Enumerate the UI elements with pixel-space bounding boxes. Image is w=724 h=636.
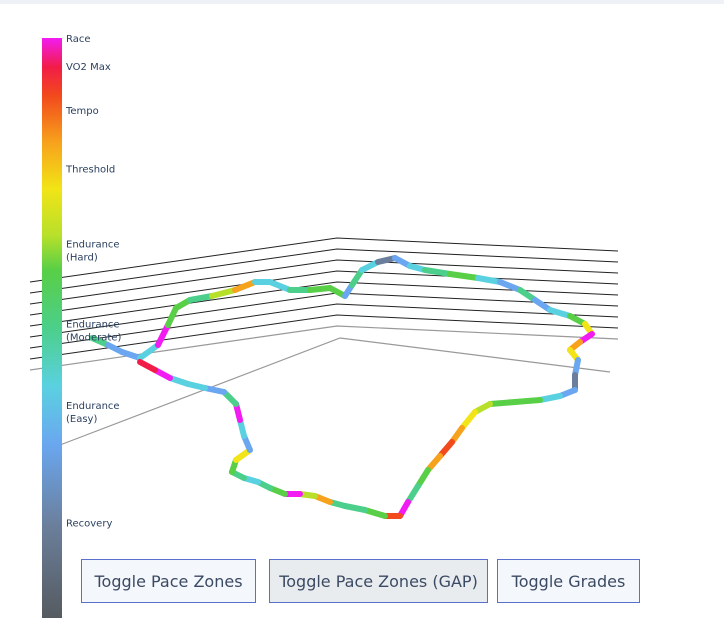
- route-segment: [307, 285, 333, 293]
- route-segment: [209, 287, 238, 299]
- colorbar-tick-label: Endurance: [66, 401, 120, 412]
- route-segment: [342, 503, 368, 513]
- route-segment: [487, 399, 518, 407]
- route-segment: [459, 409, 478, 431]
- colorbar-tick-label: Endurance: [66, 240, 120, 251]
- route-segment: [447, 271, 481, 281]
- route-trace: [89, 255, 595, 519]
- route-segment: [187, 293, 215, 303]
- route-segment: [362, 507, 388, 519]
- colorbar-ticks: Race VO2 Max Tempo Threshold Endurance (Hard)…: [65, 34, 121, 529]
- colorbar-tick-label: Threshold: [65, 165, 115, 176]
- toggle-pace-zones-button[interactable]: Toggle Pace Zones: [81, 559, 256, 603]
- colorbar-tick-label: (Moderate): [66, 333, 121, 344]
- pace-zone-3d-plot[interactable]: Race VO2 Max Tempo Threshold Endurance (Hard)…: [0, 0, 724, 636]
- colorbar-tick-label: (Hard): [66, 253, 98, 264]
- route-segment: [497, 279, 523, 293]
- colorbar-tick-label: (Easy): [66, 414, 97, 425]
- colorbar: [42, 38, 62, 618]
- colorbar-tick-label: VO2 Max: [66, 62, 111, 73]
- route-segment: [137, 359, 158, 373]
- route-segment: [547, 307, 573, 319]
- toggle-grades-button[interactable]: Toggle Grades: [497, 559, 640, 603]
- route-segment: [475, 275, 503, 285]
- colorbar-tick-label: Endurance: [66, 320, 120, 331]
- colorbar-tick-label: Recovery: [66, 518, 112, 529]
- toggle-pace-zones-gap-button[interactable]: Toggle Pace Zones (GAP): [269, 559, 488, 603]
- colorbar-tick-label: Tempo: [65, 106, 99, 117]
- route-segment: [267, 279, 293, 293]
- route-segment: [422, 267, 453, 277]
- route-segment: [537, 393, 563, 403]
- route-segment: [512, 397, 543, 405]
- route-segment: [232, 279, 258, 293]
- colorbar-tick-label: Race: [66, 34, 91, 45]
- route-segment: [155, 322, 171, 348]
